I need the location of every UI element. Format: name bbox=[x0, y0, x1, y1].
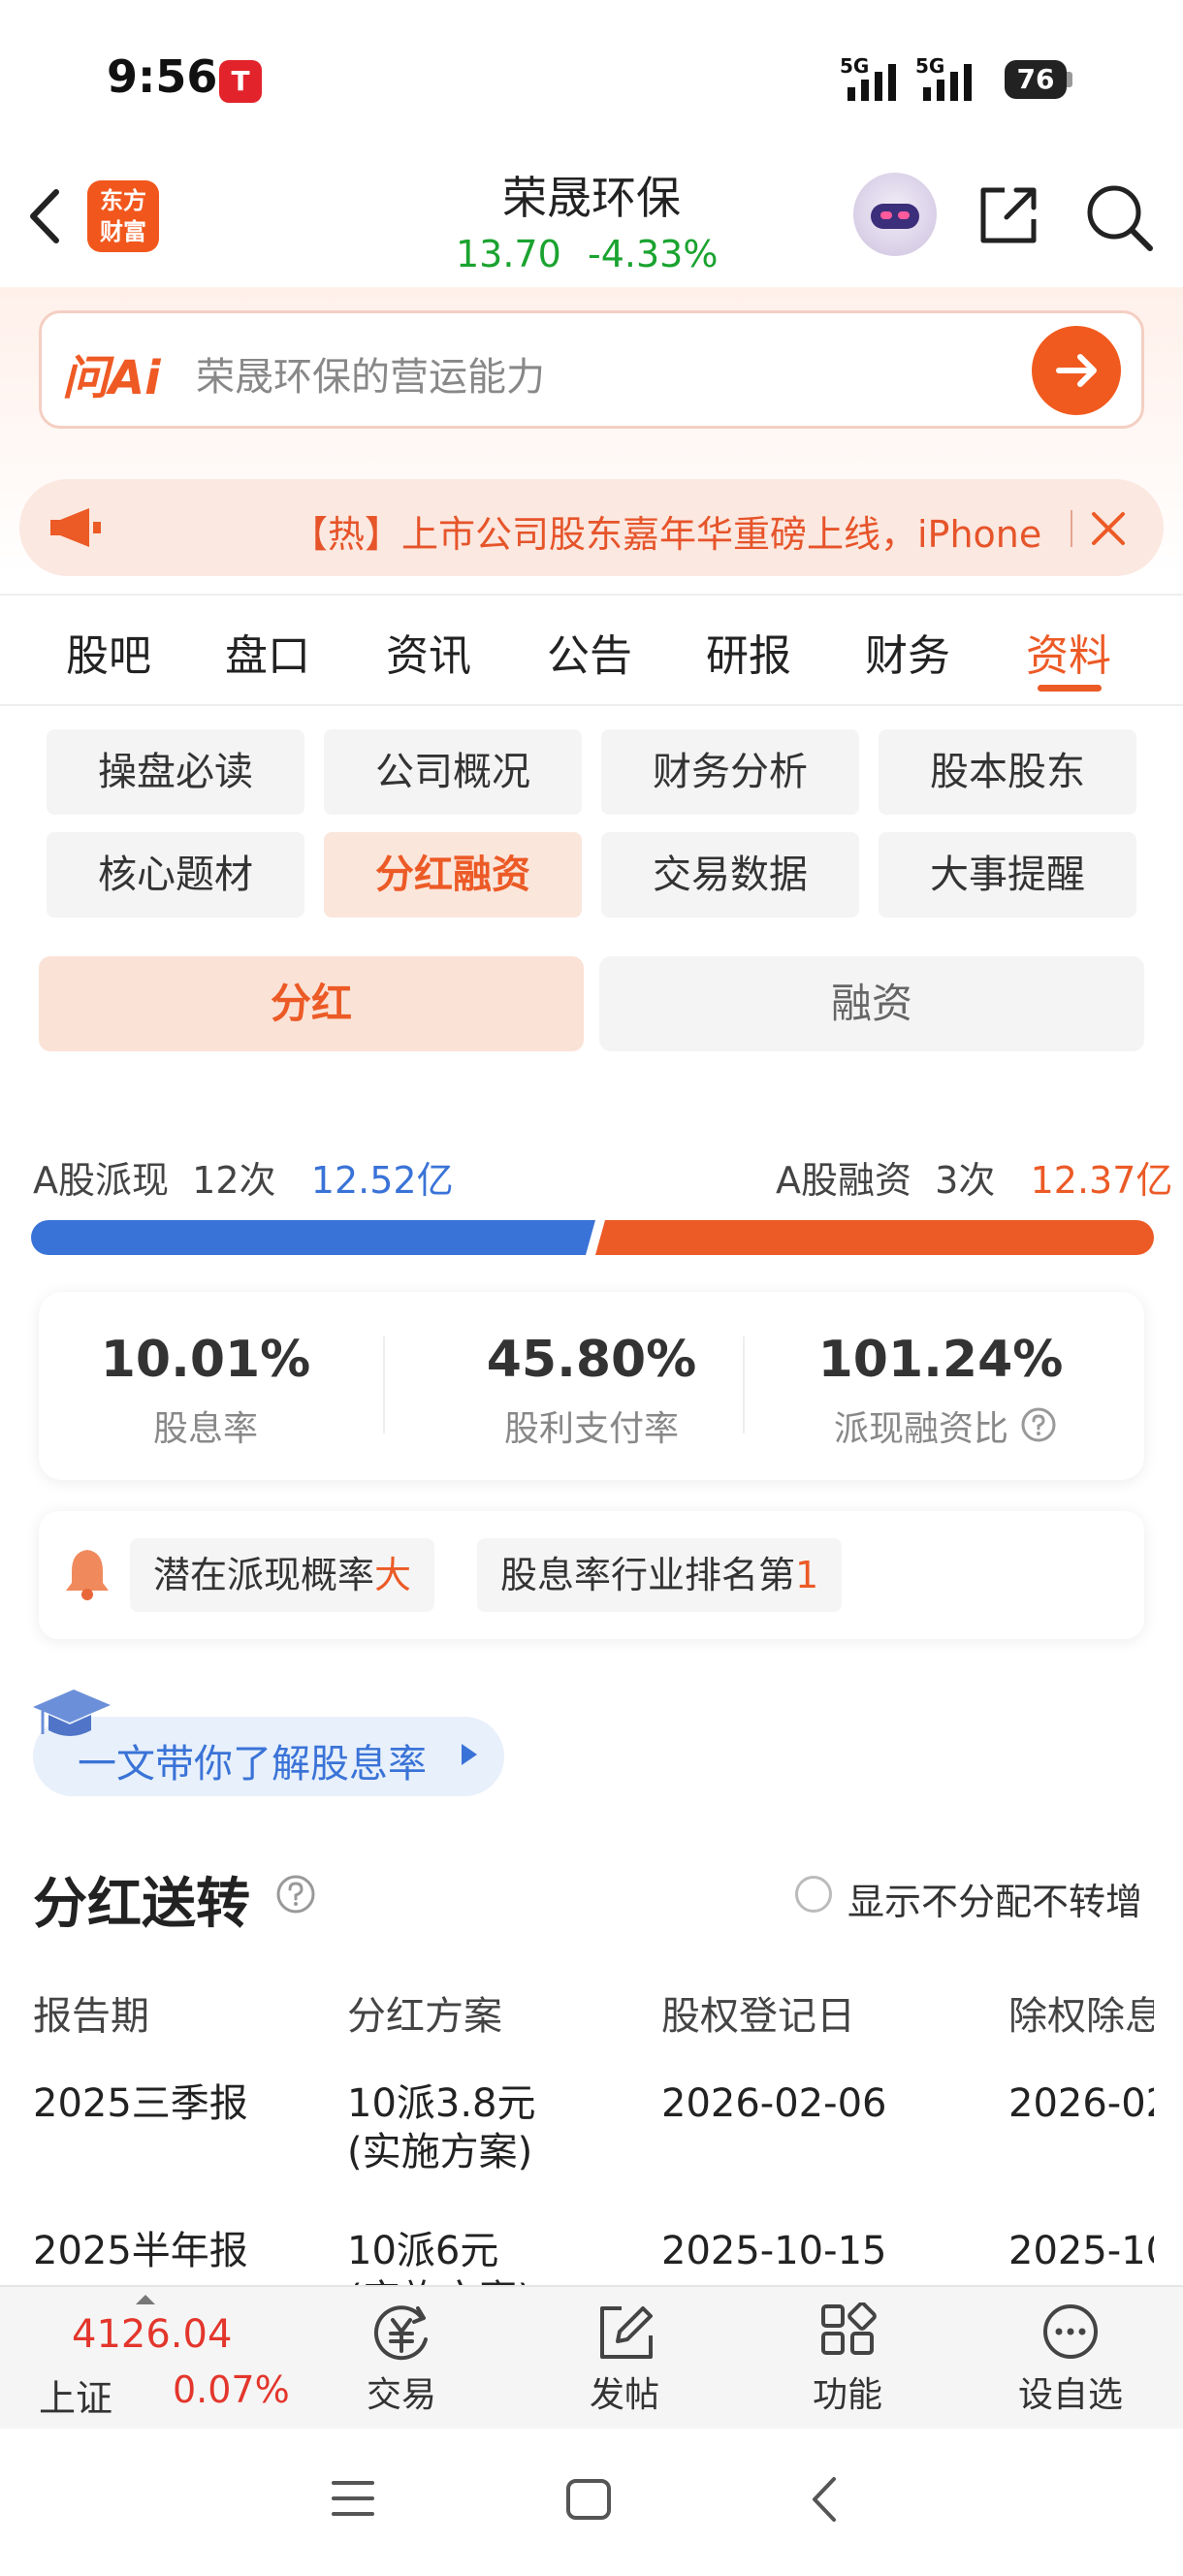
row-2-record-date: 2025-10-15 bbox=[661, 2229, 887, 2273]
active-tab-indicator bbox=[1038, 685, 1102, 692]
divider bbox=[383, 1336, 385, 1433]
robot-eye bbox=[898, 211, 910, 219]
back-icon[interactable] bbox=[21, 182, 70, 250]
row-1-plan-note: (实施方案) bbox=[347, 2130, 533, 2174]
dividend-financing-ratio-value: 101.24% bbox=[817, 1331, 1064, 1389]
show-no-distribution-label[interactable]: 显示不分配不转增 bbox=[847, 1872, 1142, 1925]
notice-text[interactable]: 【热】上市公司股东嘉年华重磅上线，iPhone bbox=[291, 504, 1053, 553]
subnav-shareholders[interactable]: 股本股东 bbox=[879, 729, 1136, 815]
menu-icon[interactable] bbox=[330, 2477, 376, 2520]
ai-assistant-face bbox=[871, 204, 919, 229]
help-icon[interactable] bbox=[1020, 1406, 1057, 1443]
subnav-trading-must-read[interactable]: 操盘必读 bbox=[47, 729, 304, 815]
tesla-app-icon: T bbox=[219, 60, 262, 103]
ask-ai-submit-button[interactable] bbox=[1032, 326, 1121, 415]
edit-icon bbox=[600, 2306, 653, 2359]
section-title: 分红送转 bbox=[33, 1873, 250, 1936]
subnav-core-themes[interactable]: 核心题材 bbox=[47, 832, 304, 918]
index-name[interactable]: 上证 bbox=[39, 2368, 112, 2422]
toolbar-watchlist-button[interactable]: 设自选 bbox=[983, 2302, 1158, 2417]
eastmoney-logo: 东方 财富 bbox=[87, 180, 159, 252]
column-header-plan: 分红方案 bbox=[347, 1994, 502, 2039]
learn-link-text[interactable]: 一文带你了解股息率 bbox=[78, 1732, 427, 1788]
tab-finance[interactable]: 财务 bbox=[865, 621, 950, 683]
share-icon[interactable] bbox=[974, 180, 1043, 250]
grid-icon bbox=[821, 2302, 877, 2355]
arrow-right-icon bbox=[1056, 354, 1097, 387]
tag-industry-rank[interactable]: 股息率行业排名第1 bbox=[477, 1538, 843, 1612]
play-arrow-icon bbox=[462, 1744, 477, 1765]
row-1-period: 2025三季报 bbox=[33, 2081, 248, 2126]
subnav-company-overview[interactable]: 公司概况 bbox=[324, 729, 582, 815]
toolbar-trade-button[interactable]: 交易 bbox=[314, 2302, 489, 2417]
divider bbox=[743, 1336, 745, 1433]
row-2-ex-date: 2025-10-16 bbox=[1008, 2229, 1154, 2273]
column-header-period: 报告期 bbox=[33, 1994, 149, 2039]
row-2-period: 2025半年报 bbox=[33, 2229, 248, 2273]
financing-amount: 12.37亿 bbox=[1030, 1159, 1173, 1202]
financing-summary: A股融资 3次 12.37亿 bbox=[776, 1159, 1173, 1202]
stock-change: -4.33% bbox=[588, 233, 719, 275]
tab-pankou[interactable]: 盘口 bbox=[225, 621, 310, 683]
payout-ratio-label: 股利支付率 bbox=[503, 1409, 679, 1449]
index-value[interactable]: 4126.04 bbox=[72, 2312, 232, 2357]
dividend-summary: A股派现 12次 12.52亿 bbox=[33, 1159, 454, 1202]
robot-eye bbox=[880, 211, 892, 219]
column-header-ex-date: 除权除息 bbox=[1008, 1994, 1154, 2039]
bell-icon bbox=[66, 1550, 109, 1600]
tab-announcements[interactable]: 公告 bbox=[547, 621, 632, 683]
stock-price: 13.70 bbox=[456, 233, 561, 275]
signal-bars-icon-2 bbox=[923, 64, 972, 101]
subnav-dividend-financing[interactable]: 分红融资 bbox=[324, 832, 582, 918]
segment-dividend[interactable]: 分红 bbox=[39, 956, 584, 1051]
dividend-yield-label: 股息率 bbox=[152, 1409, 258, 1449]
expand-index-icon[interactable] bbox=[136, 2295, 155, 2304]
ask-ai-placeholder: 荣晟环保的营运能力 bbox=[196, 355, 545, 400]
column-header-record-date: 股权登记日 bbox=[661, 1994, 855, 2039]
subnav-events[interactable]: 大事提醒 bbox=[879, 832, 1136, 918]
dividend-yield-value: 10.01% bbox=[100, 1331, 311, 1389]
back-nav-icon[interactable] bbox=[805, 2473, 844, 2526]
row-1-plan: 10派3.8元 bbox=[347, 2081, 536, 2126]
segment-financing[interactable]: 融资 bbox=[599, 956, 1144, 1051]
row-1-record-date: 2026-02-06 bbox=[661, 2081, 887, 2126]
financing-bar bbox=[595, 1220, 1154, 1255]
battery-tip bbox=[1067, 72, 1072, 87]
tab-profile[interactable]: 资料 bbox=[1026, 621, 1111, 683]
more-icon bbox=[1043, 2304, 1098, 2359]
payout-ratio-value: 45.80% bbox=[486, 1331, 697, 1389]
help-icon[interactable] bbox=[275, 1874, 316, 1915]
notice-separator bbox=[1071, 510, 1072, 547]
subnav-financial-analysis[interactable]: 财务分析 bbox=[601, 729, 859, 815]
subnav-trading-data[interactable]: 交易数据 bbox=[601, 832, 859, 918]
tag-dividend-probability[interactable]: 潜在派现概率大 bbox=[130, 1538, 435, 1612]
tab-research[interactable]: 研报 bbox=[706, 621, 791, 683]
index-change[interactable]: 0.07% bbox=[173, 2368, 290, 2411]
megaphone-icon bbox=[50, 508, 101, 547]
trade-icon bbox=[373, 2305, 428, 2361]
close-icon[interactable] bbox=[1088, 508, 1129, 549]
divider bbox=[0, 594, 1183, 596]
dividend-bar bbox=[31, 1220, 595, 1255]
dividend-financing-ratio-bar bbox=[31, 1220, 1154, 1255]
row-2-plan: 10派6元 bbox=[347, 2229, 499, 2273]
toolbar-functions-button[interactable]: 功能 bbox=[760, 2302, 935, 2417]
tab-news[interactable]: 资讯 bbox=[386, 621, 471, 683]
divider bbox=[0, 704, 1183, 706]
stock-name: 荣晟环保 bbox=[502, 172, 681, 224]
battery-icon: 76 bbox=[1005, 60, 1067, 99]
ask-ai-logo: 问Ai bbox=[62, 351, 161, 405]
toolbar-post-button[interactable]: 发帖 bbox=[537, 2302, 712, 2417]
home-icon[interactable] bbox=[564, 2477, 613, 2522]
tab-guba[interactable]: 股吧 bbox=[66, 621, 151, 683]
row-1-ex-date: 2026-02-09 bbox=[1008, 2081, 1154, 2126]
status-time: 9:56 bbox=[107, 50, 218, 103]
show-no-distribution-radio[interactable] bbox=[795, 1876, 832, 1913]
dividend-amount: 12.52亿 bbox=[310, 1159, 454, 1202]
signal-bars-icon bbox=[847, 64, 896, 101]
search-icon[interactable] bbox=[1082, 180, 1156, 254]
